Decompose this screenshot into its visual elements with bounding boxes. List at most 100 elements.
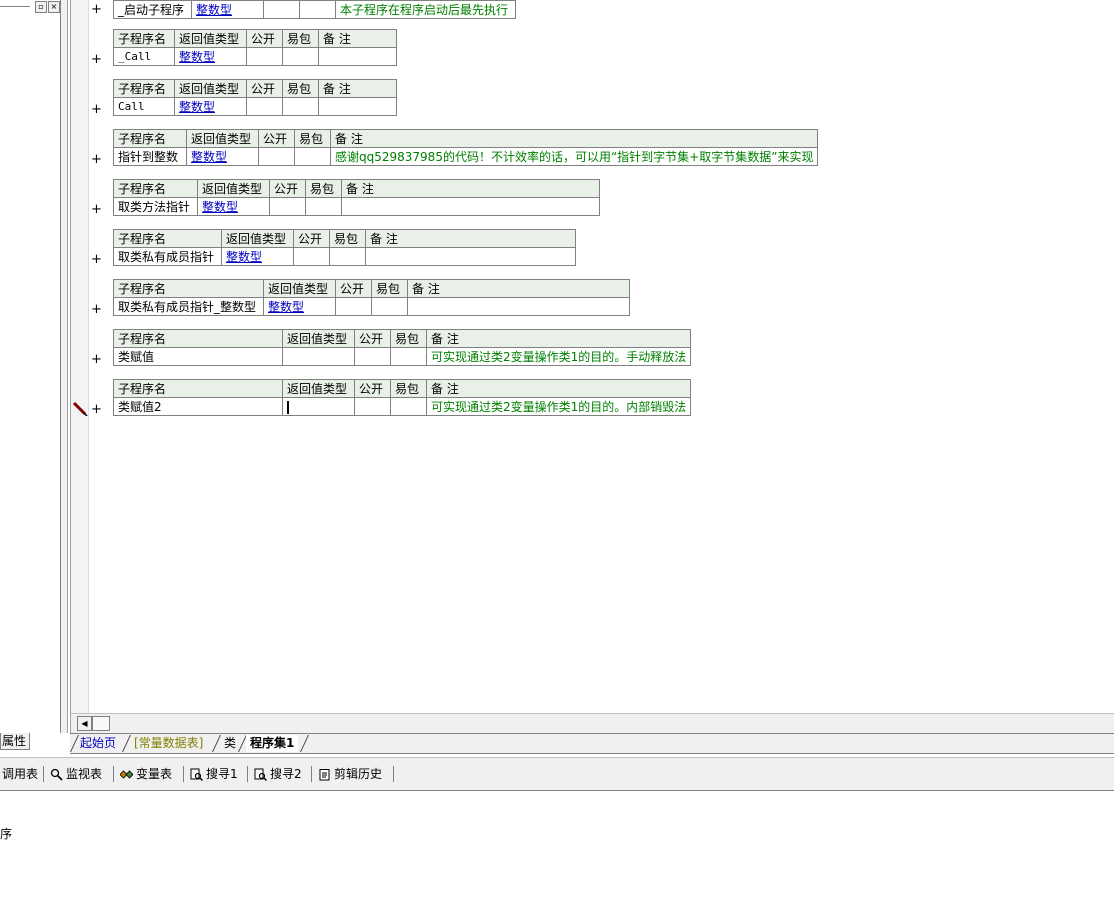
header-public: 公开	[269, 179, 306, 198]
header-public: 公开	[354, 329, 391, 348]
sub-name[interactable]: _启动子程序	[113, 0, 192, 19]
header-remark: 备 注	[341, 179, 600, 198]
sub-name[interactable]: 指针到整数	[113, 147, 187, 166]
easy-cell[interactable]	[282, 97, 319, 116]
remark-cell[interactable]	[341, 197, 600, 216]
tab-call-table[interactable]: 调用表	[2, 766, 38, 782]
public-cell[interactable]	[246, 47, 283, 66]
public-cell[interactable]	[354, 397, 391, 416]
header-public: 公开	[335, 279, 372, 298]
easy-cell[interactable]	[390, 347, 427, 366]
sub-name[interactable]: Call	[113, 97, 175, 116]
return-type[interactable]: 整数型	[263, 297, 336, 316]
tab-class[interactable]: 类	[220, 735, 240, 752]
divider	[43, 766, 44, 782]
scroll-left-icon[interactable]: ◀	[77, 716, 92, 731]
pin-button[interactable]: ▫	[35, 1, 47, 13]
tab-search-1[interactable]: 搜寻1	[190, 766, 238, 782]
header-name: 子程序名	[113, 279, 264, 298]
expand-icon[interactable]: +	[91, 403, 102, 417]
public-cell[interactable]	[263, 0, 300, 19]
close-icon[interactable]: ×	[48, 1, 60, 13]
divider	[247, 766, 248, 782]
expand-icon[interactable]: +	[91, 353, 102, 367]
public-cell[interactable]	[293, 247, 330, 266]
easy-cell[interactable]	[282, 47, 319, 66]
header-return-type: 返回值类型	[174, 79, 247, 98]
expand-icon[interactable]: +	[91, 303, 102, 317]
sub-table: 子程序名 返回值类型 公开 易包 备 注 类赋值2 可实现通过类2变量操作类1的…	[113, 379, 692, 416]
remark-cell[interactable]	[365, 247, 576, 266]
sub-table-startup: _启动子程序 整数型 本子程序在程序启动后最先执行	[113, 0, 516, 19]
easy-cell[interactable]	[299, 0, 336, 19]
splitter[interactable]	[61, 0, 68, 733]
header-remark: 备 注	[365, 229, 576, 248]
sub-table: 子程序名 返回值类型 公开 易包 备 注 取类私有成员指针 整数型	[113, 229, 576, 266]
expand-icon[interactable]: +	[91, 3, 102, 17]
remark-cell[interactable]	[407, 297, 630, 316]
return-type-input[interactable]	[282, 397, 355, 416]
output-panel[interactable]: 序	[0, 791, 1114, 914]
expand-icon[interactable]: +	[91, 203, 102, 217]
return-type[interactable]	[282, 347, 355, 366]
sub-name[interactable]: 类赋值2	[113, 397, 283, 416]
sub-name[interactable]: 取类私有成员指针	[113, 247, 222, 266]
header-public: 公开	[258, 129, 295, 148]
divider	[393, 766, 394, 782]
header-remark: 备 注	[329, 129, 819, 148]
easy-cell[interactable]	[305, 197, 342, 216]
expand-icon[interactable]: +	[91, 153, 102, 167]
tab-program-set-1[interactable]: 程序集1	[246, 735, 299, 752]
easy-cell[interactable]	[294, 147, 331, 166]
header-remark: 备 注	[318, 29, 397, 48]
text-caret	[287, 400, 289, 414]
return-type[interactable]: 整数型	[186, 147, 259, 166]
public-cell[interactable]	[246, 97, 283, 116]
sub-name[interactable]: 取类方法指针	[113, 197, 198, 216]
tab-constants[interactable]: [常量数据表]	[130, 735, 207, 752]
tab-properties[interactable]: 属性	[0, 733, 30, 750]
easy-cell[interactable]	[371, 297, 408, 316]
expand-icon[interactable]: +	[91, 53, 102, 67]
tab-watch-table[interactable]: 监视表	[50, 766, 102, 782]
return-type[interactable]: 整数型	[191, 0, 264, 19]
sub-name[interactable]: 类赋值	[113, 347, 283, 366]
sub-name[interactable]: _Call	[113, 47, 175, 66]
return-type[interactable]: 整数型	[197, 197, 270, 216]
sub-table: 子程序名 返回值类型 公开 易包 备 注 取类方法指针 整数型	[113, 179, 600, 216]
remark-cell[interactable]: 可实现通过类2变量操作类1的目的。内部销毁法	[425, 397, 692, 416]
remark-cell[interactable]: 可实现通过类2变量操作类1的目的。手动释放法	[425, 347, 692, 366]
header-return-type: 返回值类型	[282, 379, 355, 398]
scroll-thumb[interactable]	[92, 716, 110, 731]
header-name: 子程序名	[113, 129, 187, 148]
expand-icon[interactable]: +	[91, 103, 102, 117]
remark-cell[interactable]	[318, 47, 397, 66]
easy-cell[interactable]	[390, 397, 427, 416]
header-return-type: 返回值类型	[263, 279, 336, 298]
easy-cell[interactable]	[329, 247, 366, 266]
sub-table: 子程序名 返回值类型 公开 易包 备 注 取类私有成员指针_整数型 整数型	[113, 279, 630, 316]
tab-variable-table[interactable]: 变量表	[120, 766, 172, 782]
public-cell[interactable]	[269, 197, 306, 216]
left-panel: ▫ ×	[0, 0, 61, 733]
remark-cell[interactable]: 感谢qq529837985的代码！不计效率的话，可以用“指针到字节集+取字节集数…	[329, 147, 819, 166]
tab-start-page[interactable]: 起始页	[76, 735, 120, 752]
return-type[interactable]: 整数型	[174, 47, 247, 66]
remark-cell[interactable]: 本子程序在程序启动后最先执行	[335, 0, 516, 19]
remark-cell[interactable]	[318, 97, 397, 116]
public-cell[interactable]	[335, 297, 372, 316]
expand-icon[interactable]: +	[91, 253, 102, 267]
return-type[interactable]: 整数型	[174, 97, 247, 116]
tab-search-2[interactable]: 搜寻2	[254, 766, 302, 782]
public-cell[interactable]	[354, 347, 391, 366]
header-return-type: 返回值类型	[174, 29, 247, 48]
public-cell[interactable]	[258, 147, 295, 166]
header-easy: 易包	[390, 379, 427, 398]
horizontal-scrollbar[interactable]: ◀	[71, 713, 1114, 733]
header-return-type: 返回值类型	[221, 229, 294, 248]
tab-clip-history[interactable]: 剪辑历史	[318, 766, 382, 782]
sub-name[interactable]: 取类私有成员指针_整数型	[113, 297, 264, 316]
search-2-label: 搜寻2	[270, 767, 302, 781]
return-type[interactable]: 整数型	[221, 247, 294, 266]
header-return-type: 返回值类型	[186, 129, 259, 148]
